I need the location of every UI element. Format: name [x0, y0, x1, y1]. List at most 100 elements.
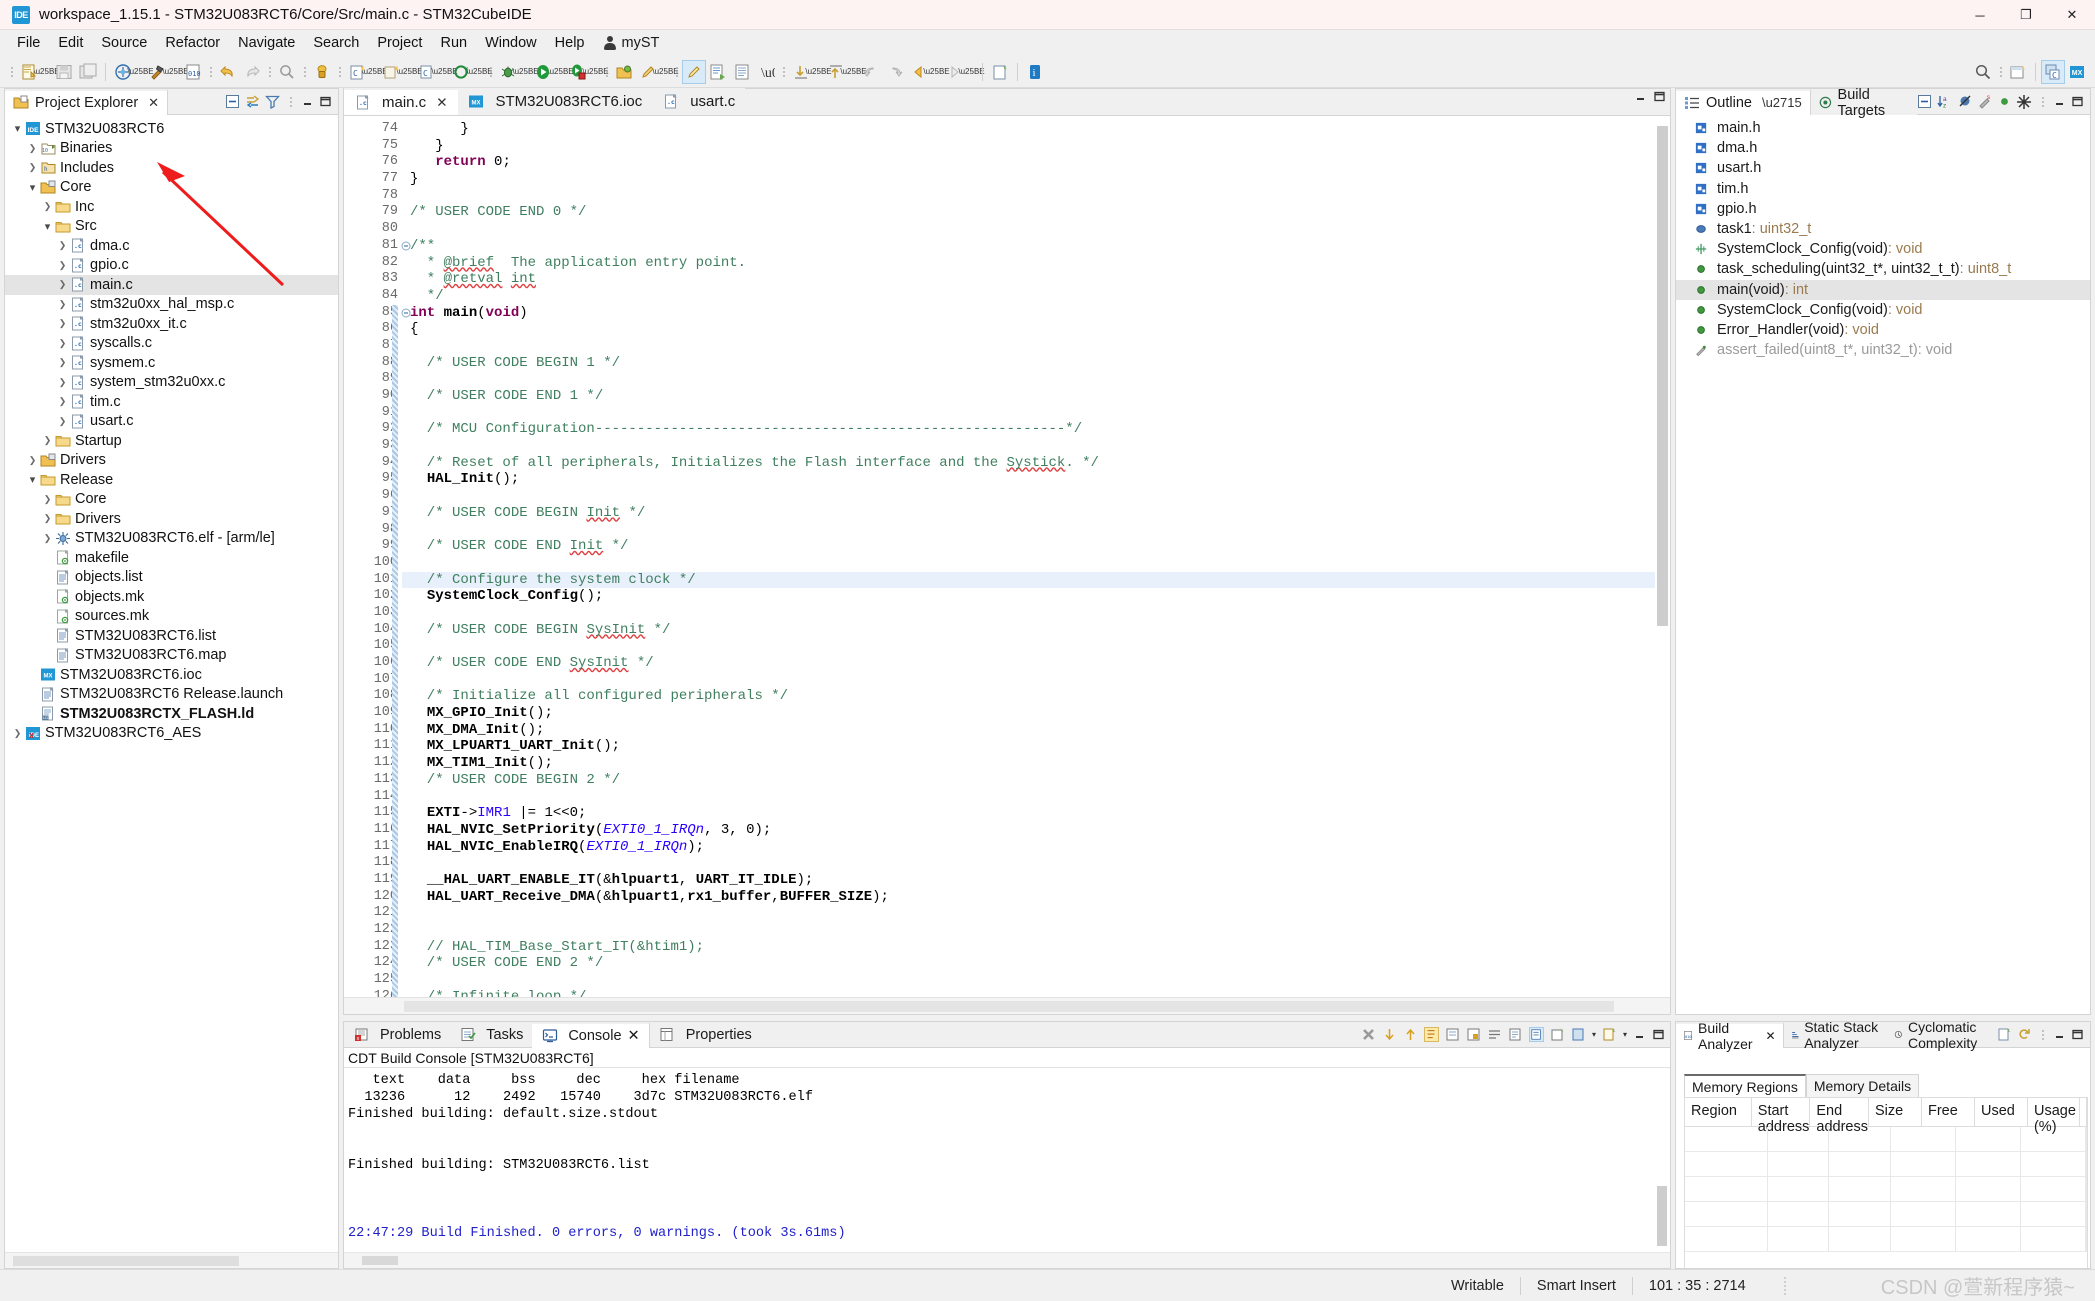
column-header-used[interactable]: Used — [1975, 1098, 2028, 1126]
link-with-editor-icon[interactable] — [245, 94, 260, 109]
chevron-right-icon[interactable] — [41, 197, 54, 216]
outline-item-gpio-h[interactable]: gpio.h — [1676, 199, 2090, 219]
code-line[interactable]: MX_GPIO_Init(); — [402, 705, 1670, 722]
code-line[interactable] — [402, 438, 1670, 455]
toolbar-group-handle-3[interactable] — [301, 62, 308, 82]
chevron-right-icon[interactable] — [26, 451, 39, 470]
terminate-icon[interactable] — [1361, 1027, 1376, 1042]
tab-build-analyzer[interactable]: 010 Build Analyzer ✕ — [1676, 1022, 1784, 1048]
open-console-icon[interactable] — [1550, 1027, 1565, 1042]
back-history-icon[interactable] — [859, 60, 883, 84]
toggle-mark-occurrences-icon[interactable] — [682, 60, 706, 84]
maximize-icon[interactable] — [319, 95, 332, 108]
pin-console-icon[interactable] — [1445, 1027, 1460, 1042]
table-row[interactable] — [1685, 1177, 2087, 1202]
code-line[interactable]: /* USER CODE END Init */ — [402, 538, 1670, 555]
quick-access-search-icon[interactable] — [1971, 60, 1995, 84]
tab-outline[interactable]: Outline \u2715 — [1676, 89, 1811, 115]
chevron-down-icon[interactable] — [26, 178, 39, 197]
outline-item-error-handler-void[interactable]: Error_Handler(void) : void — [1676, 320, 2090, 340]
tree-item-makefile[interactable]: makefile — [5, 548, 338, 568]
outline-item-main-h[interactable]: main.h — [1676, 118, 2090, 138]
perspective-cubemx-icon[interactable]: MX — [2065, 60, 2089, 84]
minimize-icon[interactable] — [2053, 95, 2066, 108]
menu-window[interactable]: Window — [476, 33, 546, 53]
toggle-highlight-dropdown-icon[interactable]: \u25BE — [660, 60, 671, 84]
code-line[interactable]: HAL_NVIC_EnableIRQ(EXTI0_1_IRQn); — [402, 839, 1670, 856]
refresh-icon[interactable] — [2017, 1027, 2032, 1042]
hide-static-icon[interactable]: s — [1978, 94, 1993, 109]
column-header-usage[interactable]: Usage (%) — [2028, 1098, 2080, 1126]
build-all-icon[interactable] — [111, 60, 135, 84]
perspective-c-cpp-icon[interactable]: C — [2041, 60, 2065, 84]
column-header-region[interactable]: Region — [1685, 1098, 1752, 1126]
chevron-right-icon[interactable] — [26, 158, 39, 177]
code-line[interactable]: */ — [402, 288, 1670, 305]
prev-annotation-dropdown-icon[interactable]: \u25BE — [848, 60, 859, 84]
code-line[interactable]: EXTI->IMR1 |= 1<<0; — [402, 805, 1670, 822]
maximize-icon[interactable] — [2071, 1028, 2084, 1041]
new-window-icon[interactable] — [988, 60, 1012, 84]
project-tree[interactable]: IDESTM32U083RCT610BinarieshIncludesCoreI… — [5, 115, 338, 1252]
collapse-all-icon[interactable] — [225, 94, 240, 109]
chevron-right-icon[interactable] — [56, 373, 69, 392]
tree-item-stm32u083rct6-release-launch[interactable]: STM32U083RCT6 Release.launch — [5, 685, 338, 705]
tree-item-syscalls-c[interactable]: .csyscalls.c — [5, 334, 338, 354]
minimize-icon[interactable] — [2053, 1028, 2066, 1041]
chevron-right-icon[interactable] — [41, 490, 54, 509]
next-annotation-icon[interactable] — [789, 60, 813, 84]
view-menu-icon[interactable] — [287, 92, 294, 112]
toolbar-group-handle-7[interactable] — [673, 62, 680, 82]
tree-item-drivers[interactable]: Drivers — [5, 509, 338, 529]
outline-item-systemclock-config-void[interactable]: SystemClock_Config(void) : void — [1676, 300, 2090, 320]
table-row[interactable] — [1685, 1152, 2087, 1177]
new-c-class-dropdown-icon[interactable]: \u25BE — [404, 60, 415, 84]
chevron-right-icon[interactable] — [56, 275, 69, 294]
tree-item-stm32u0xx-it-c[interactable]: .cstm32u0xx_it.c — [5, 314, 338, 334]
code-line[interactable]: MX_LPUART1_UART_Init(); — [402, 738, 1670, 755]
outline-item-systemclock-config-void[interactable]: SystemClock_Config(void) : void — [1676, 239, 2090, 259]
chevron-down-icon[interactable]: ▾ — [1623, 1030, 1627, 1039]
tab-static-stack-analyzer[interactable]: Static Stack Analyzer — [1784, 1022, 1888, 1048]
chevron-down-icon[interactable] — [41, 217, 54, 236]
run-config-dropdown-icon[interactable]: \u25BE — [474, 60, 485, 84]
code-line[interactable]: /* Configure the system clock */ — [402, 572, 1670, 589]
view-menu-icon[interactable] — [2039, 1025, 2046, 1045]
chevron-down-icon[interactable]: ▾ — [1592, 1030, 1596, 1039]
chevron-right-icon[interactable] — [26, 139, 39, 158]
code-line[interactable]: /* USER CODE END 1 */ — [402, 388, 1670, 405]
code-line[interactable]: MX_TIM1_Init(); — [402, 755, 1670, 772]
code-line[interactable]: } — [402, 138, 1670, 155]
run-icon[interactable] — [531, 60, 555, 84]
menu-search[interactable]: Search — [304, 33, 368, 53]
toolbar-group-handle-6[interactable] — [603, 62, 610, 82]
menu-project[interactable]: Project — [368, 33, 431, 53]
menu-refactor[interactable]: Refactor — [156, 33, 229, 53]
code-line[interactable] — [402, 789, 1670, 806]
code-line[interactable]: SystemClock_Config(); — [402, 588, 1670, 605]
new-c-project-dropdown-icon[interactable]: \u25BE — [369, 60, 380, 84]
build-hammer-dropdown-icon[interactable]: \u25BE — [170, 60, 181, 84]
tab-memory-regions[interactable]: Memory Regions — [1684, 1074, 1806, 1098]
prev-annotation-icon[interactable] — [824, 60, 848, 84]
tree-item-system-stm32u0xx-c[interactable]: .csystem_stm32u0xx.c — [5, 373, 338, 393]
code-line[interactable] — [402, 638, 1670, 655]
tree-item-core[interactable]: Core — [5, 178, 338, 198]
tree-item-stm32u083rct6-aes[interactable]: IDExSTM32U083RCT6_AES — [5, 724, 338, 744]
tree-item-stm32u083rct6-ioc[interactable]: MXSTM32U083RCT6.ioc — [5, 665, 338, 685]
code-line[interactable] — [402, 405, 1670, 422]
tree-item-stm32u083rctx-flash-ld[interactable]: LDSTM32U083RCTX_FLASH.ld — [5, 704, 338, 724]
code-line[interactable]: /* USER CODE END 0 */ — [402, 204, 1670, 221]
toolbar-group-handle-4[interactable] — [336, 62, 343, 82]
new-c-file-icon[interactable]: C — [415, 60, 439, 84]
clear-console-icon[interactable] — [1424, 1027, 1439, 1042]
myst-account-button[interactable]: myST — [593, 33, 667, 53]
maximize-icon[interactable] — [1652, 1028, 1665, 1041]
code-line[interactable]: // HAL_TIM_Base_Start_IT(&htim1); — [402, 939, 1670, 956]
editor-tab-usart-c[interactable]: .cusart.c — [652, 88, 745, 115]
search-marker-icon[interactable] — [275, 60, 299, 84]
table-row[interactable] — [1685, 1227, 2087, 1252]
view-filter-icon[interactable] — [265, 94, 280, 109]
code-line[interactable]: /* Reset of all peripherals, Initializes… — [402, 455, 1670, 472]
outline-item-assert-failed-uint8-t-uint32-t[interactable]: assert_failed(uint8_t*, uint32_t) : void — [1676, 340, 2090, 360]
